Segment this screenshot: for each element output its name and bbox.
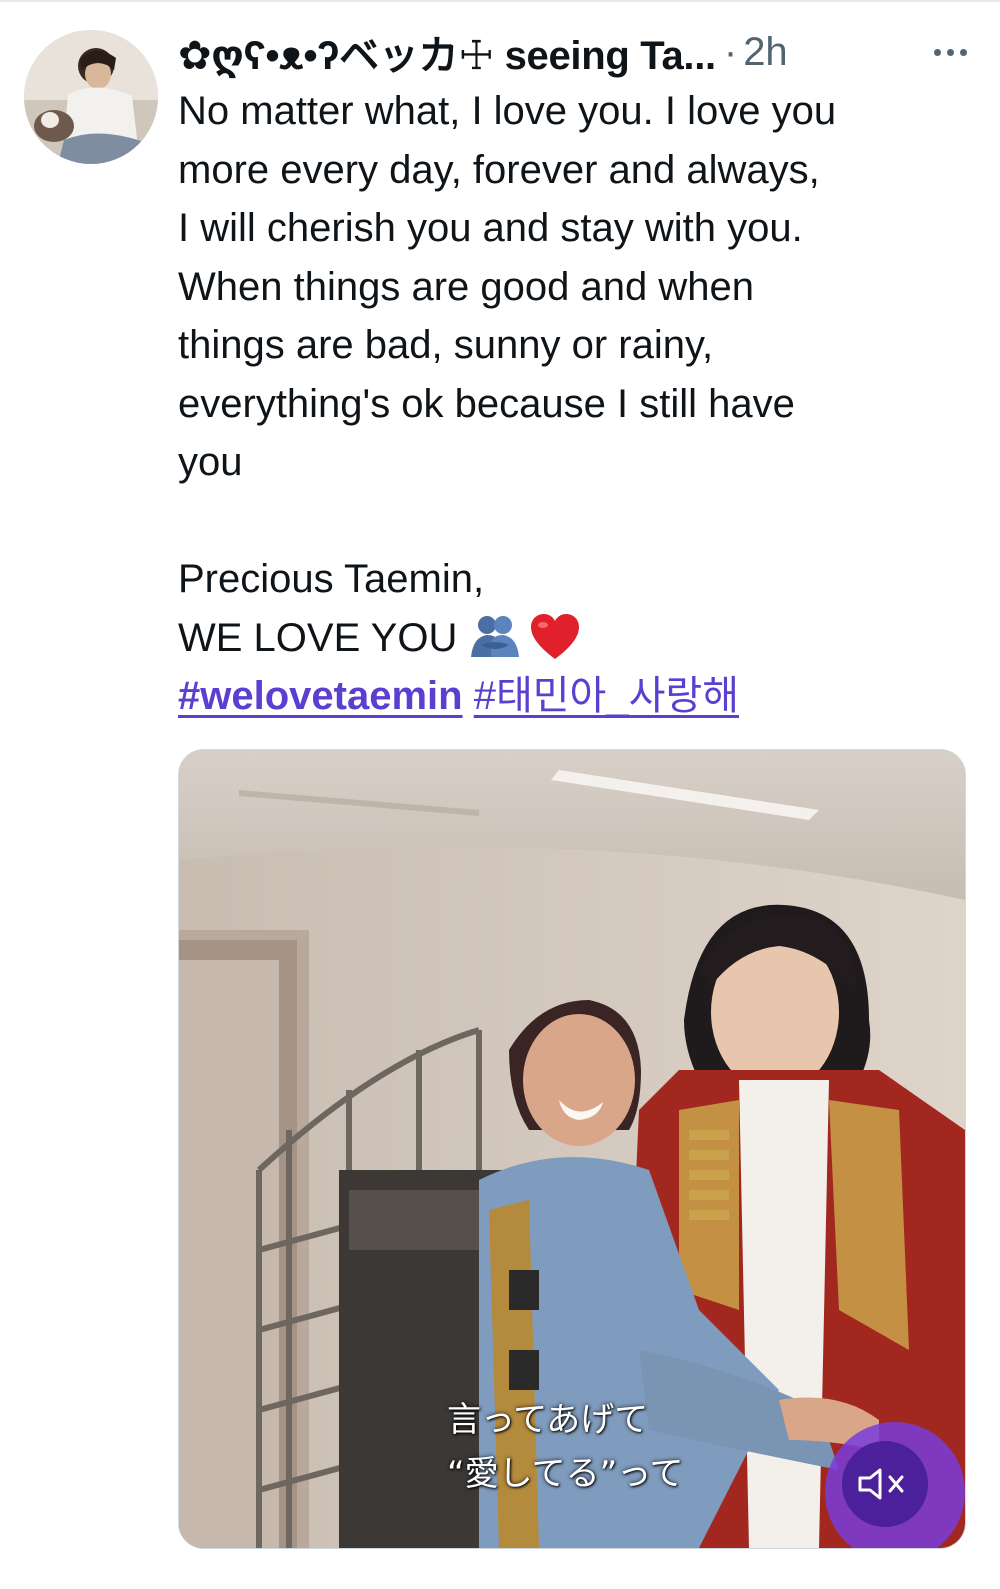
tweet-text-line: you [178,440,243,484]
more-dot-icon [946,48,954,56]
tweet-text-line-with-emoji: WE LOVE YOU [178,609,978,668]
more-dot-icon [959,48,967,56]
paragraph-break [178,492,978,551]
tweet-text-line: I will cherish you and stay with you. [178,206,803,250]
avatar[interactable] [24,30,158,164]
unmute-button[interactable] [825,1422,965,1548]
tweet-text-line: No matter what, I love you. I love you [178,89,837,133]
speaker-muted-icon [858,1468,904,1500]
more-dot-icon [933,48,941,56]
tweet-text-line: things are bad, sunny or rainy, [178,323,714,367]
tweet-text-line: When things are good and when [178,264,754,309]
hashtag-link[interactable]: #태민아_사랑해 [474,674,739,718]
we-love-you-text: WE LOVE YOU [178,615,458,660]
hashtag-link[interactable]: #welovetaemin [178,674,463,718]
tweet-text: No matter what, I love you. I love you m… [178,82,978,726]
more-options-button[interactable] [922,32,978,72]
video-subtitle: “愛してる”って [447,1454,684,1494]
people-hugging-icon [471,615,520,657]
top-divider [0,0,1000,2]
mute-button-inner [842,1441,928,1527]
timestamp[interactable]: 2h [743,30,788,75]
avatar-image [24,30,158,164]
display-name[interactable]: ✿ღʕ•ᴥ•ʔベッカ☩ seeing Ta... [178,23,716,81]
header-separator: · [723,29,738,74]
video-player[interactable]: 言ってあげて “愛してる”って [178,749,966,1549]
tweet-header: ✿ღʕ•ᴥ•ʔベッカ☩ seeing Ta... · 2h [178,24,978,80]
hashtag-line: #welovetaemin #태민아_사랑해 [178,667,978,726]
red-heart-icon [531,613,580,659]
tweet-text-line: more every day, forever and always, [178,147,820,192]
tweet-text-line: everything's ok because I still have [178,381,795,426]
video-subtitle: 言ってあげて [447,1400,649,1440]
tweet-text-line: Precious Taemin, [178,557,485,601]
